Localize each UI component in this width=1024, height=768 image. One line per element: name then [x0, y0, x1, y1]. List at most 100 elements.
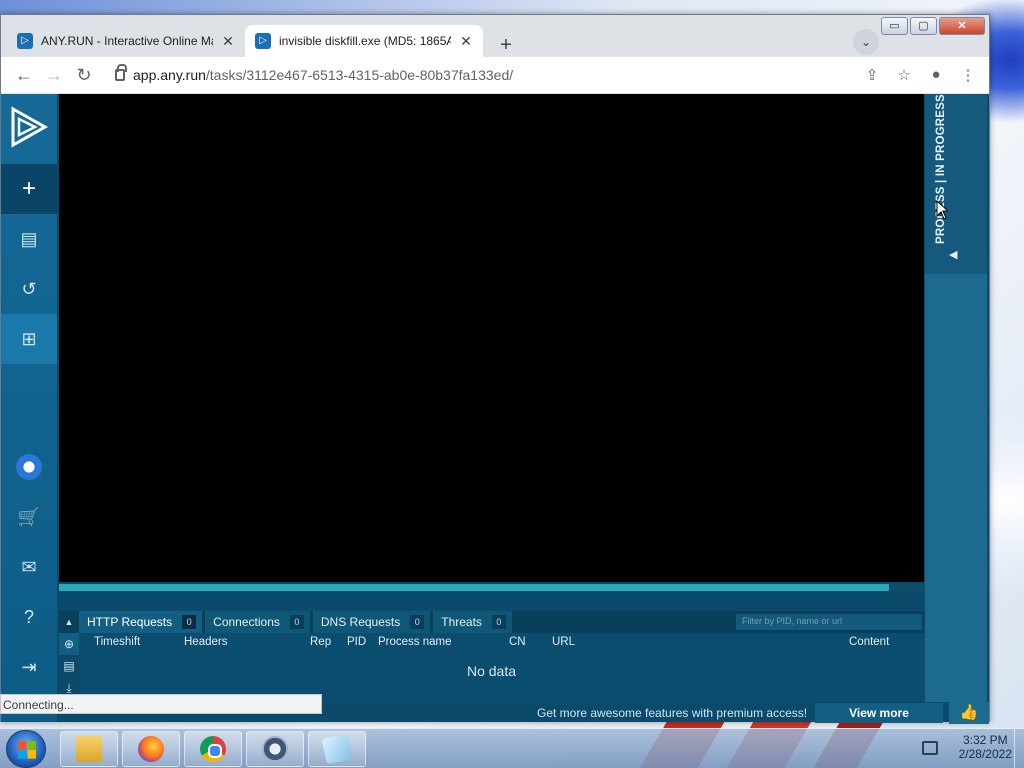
column-header: Content — [849, 636, 890, 648]
tab-label: Connections — [213, 615, 280, 629]
url-path: /tasks/3112e467-6513-4315-ab0e-80b37fa13… — [205, 67, 514, 83]
clock-date: 2/28/2022 — [958, 747, 1012, 761]
clock[interactable]: 3:32 PM 2/28/2022 — [959, 733, 1012, 761]
column-header: Timeshift — [94, 636, 141, 648]
thumbs-up-icon[interactable]: 👍 — [949, 702, 989, 724]
windows11-icon[interactable] — [1, 442, 57, 492]
logout-icon[interactable]: ⇥ — [1, 642, 57, 692]
mail-icon[interactable]: ✉ — [1, 542, 57, 592]
close-tab-icon[interactable]: ✕ — [221, 33, 235, 50]
tab-connections[interactable]: Connections 0 — [205, 611, 310, 633]
tab-http-requests[interactable]: HTTP Requests 0 — [79, 611, 203, 633]
tab-anyrun-home[interactable]: ▷ ANY.RUN - Interactive Online Ma ✕ — [7, 25, 245, 57]
clock-time: 3:32 PM — [962, 733, 1008, 747]
maximize-button[interactable]: ▢ — [910, 17, 937, 35]
chrome-button[interactable] — [184, 731, 242, 767]
task-progress-fill — [59, 584, 890, 591]
help-icon[interactable]: ? — [1, 592, 57, 642]
tab-label: Threats — [441, 615, 482, 629]
view-more-button[interactable]: View more — [815, 703, 943, 723]
globe-icon[interactable]: ⊕ — [59, 633, 79, 655]
status-bubble: Connecting... — [0, 694, 322, 714]
tab-task[interactable]: ▷ invisible diskfill.exe (MD5: 1865A ✕ — [245, 25, 483, 57]
settings-button[interactable] — [246, 731, 304, 767]
forward-arrow-icon[interactable]: → — [39, 60, 69, 90]
anyrun-favicon-icon: ▷ — [255, 33, 271, 49]
file-explorer-button[interactable] — [60, 731, 118, 767]
windows11-badge — [16, 454, 42, 480]
notes-button[interactable] — [308, 731, 366, 767]
anyrun-logo[interactable] — [1, 94, 57, 160]
windows-taskbar: 3:32 PM 2/28/2022 — [0, 728, 1024, 768]
minimize-button[interactable]: ▭ — [881, 17, 908, 35]
firefox-icon — [138, 736, 164, 762]
toolbar-icons: ⇪ ☆ ● ⋮ — [859, 66, 981, 84]
url-host: app.any.run — [133, 67, 206, 83]
tab-label: DNS Requests — [320, 615, 401, 629]
tab-threats[interactable]: Threats 0 — [433, 611, 512, 633]
tab-dns-requests[interactable]: DNS Requests 0 — [312, 611, 431, 633]
folder-icon — [76, 736, 102, 762]
column-header: PID — [347, 636, 367, 648]
back-arrow-icon[interactable]: ← — [9, 60, 39, 90]
start-button[interactable] — [6, 730, 46, 768]
anyrun-sidebar: + ▤ ↺ ⊞ 🛒 ✉ ? ⇥ — [1, 94, 57, 722]
menu-kebab-icon[interactable]: ⋮ — [955, 66, 981, 84]
task-progress-bar — [59, 584, 924, 591]
anyrun-page: + ▤ ↺ ⊞ 🛒 ✉ ? ⇥ PROCESS | IN PROGRESS ◀ … — [1, 94, 989, 724]
column-header: Rep — [310, 636, 332, 648]
profile-icon[interactable]: ● — [923, 66, 949, 84]
new-tab-button[interactable]: + — [493, 33, 519, 59]
network-tray-icon[interactable] — [922, 741, 938, 755]
count-badge: 0 — [182, 615, 197, 629]
cursor-arrow-icon — [936, 200, 948, 220]
window-controls: ▭ ▢ ✕ — [881, 17, 985, 35]
history-icon[interactable]: ↺ — [1, 264, 57, 314]
share-icon[interactable]: ⇪ — [859, 66, 885, 84]
notes-icon — [321, 733, 353, 765]
column-header: CN — [509, 636, 526, 648]
process-panel-header[interactable]: PROCESS | IN PROGRESS ◀ — [925, 94, 987, 274]
tab-title: invisible diskfill.exe (MD5: 1865A — [279, 34, 451, 48]
lock-icon — [115, 64, 127, 81]
new-task-button[interactable]: + — [1, 164, 57, 214]
no-data-message: No data — [466, 663, 517, 679]
windows-icon[interactable]: ⊞ — [1, 314, 57, 364]
reload-icon[interactable]: ↻ — [69, 60, 99, 90]
url-text: app.any.run/tasks/3112e467-6513-4315-ab0… — [133, 67, 513, 83]
reports-icon[interactable]: ▤ — [1, 214, 57, 264]
column-header: Headers — [184, 636, 228, 648]
collapse-arrow-icon[interactable]: ▲ — [59, 617, 79, 627]
tab-search-chevron-icon[interactable]: ⌄ — [853, 29, 879, 55]
close-tab-icon[interactable]: ✕ — [459, 33, 473, 50]
close-window-button[interactable]: ✕ — [939, 17, 985, 35]
gear-icon — [262, 736, 288, 762]
network-panel: ▲ HTTP Requests 0 Connections 0 DNS Requ… — [59, 611, 924, 701]
count-badge: 0 — [491, 615, 506, 629]
tab-title: ANY.RUN - Interactive Online Ma — [41, 34, 213, 48]
vm-screen[interactable] — [59, 94, 924, 582]
column-header: URL — [552, 636, 576, 648]
bookmark-star-icon[interactable]: ☆ — [891, 66, 917, 84]
browser-toolbar: ← → ↻ app.any.run/tasks/3112e467-6513-43… — [1, 57, 989, 93]
column-header: Process name — [378, 636, 452, 648]
network-tabs: ▲ HTTP Requests 0 Connections 0 DNS Requ… — [59, 611, 924, 633]
chrome-icon — [200, 736, 226, 762]
count-badge: 0 — [289, 615, 304, 629]
firefox-button[interactable] — [122, 731, 180, 767]
process-panel[interactable]: PROCESS | IN PROGRESS ◀ — [925, 94, 987, 722]
address-bar[interactable]: app.any.run/tasks/3112e467-6513-4315-ab0… — [105, 60, 853, 90]
filter-input[interactable]: Filter by PID, name or url — [736, 614, 922, 630]
tab-strip: ▷ ANY.RUN - Interactive Online Ma ✕ ▷ in… — [1, 21, 901, 57]
table-header: Timeshift Headers Rep PID Process name C… — [79, 633, 924, 653]
cart-icon[interactable]: 🛒 — [1, 492, 57, 542]
premium-promo-text: Get more awesome features with premium a… — [537, 706, 808, 720]
count-badge: 0 — [410, 615, 425, 629]
browser-window: ▷ ANY.RUN - Interactive Online Ma ✕ ▷ in… — [0, 14, 990, 724]
expand-arrow-icon[interactable]: ◀ — [949, 248, 957, 261]
anyrun-logo-icon — [11, 106, 49, 148]
process-panel-label: PROCESS | IN PROGRESS — [935, 94, 947, 244]
show-desktop-button[interactable] — [1014, 729, 1024, 768]
tab-label: HTTP Requests — [87, 615, 173, 629]
